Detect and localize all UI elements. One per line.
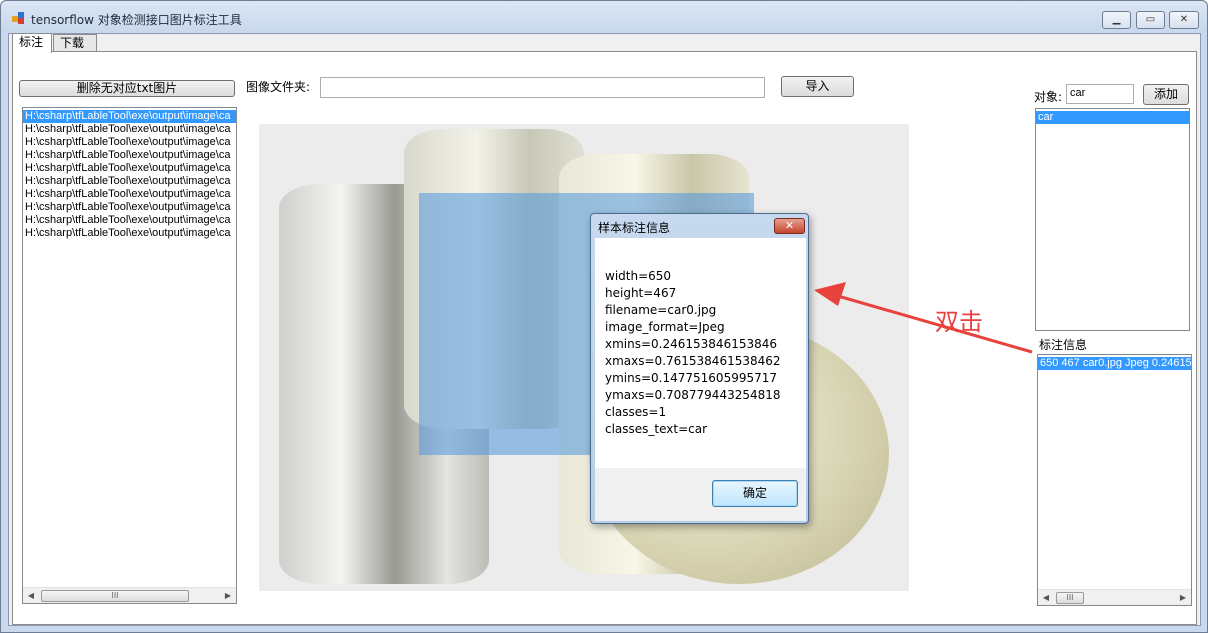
- image-file-list[interactable]: H:\csharp\tfLableTool\exe\output\image\c…: [22, 107, 237, 604]
- file-list-item[interactable]: H:\csharp\tfLableTool\exe\output\image\c…: [23, 188, 236, 201]
- tab-download[interactable]: 下载: [53, 34, 97, 52]
- close-button[interactable]: ✕: [1169, 11, 1199, 29]
- info-ymins: ymins=0.147751605995717: [605, 371, 778, 385]
- dialog-body: width=650 height=467 filename=car0.jpg i…: [595, 238, 806, 468]
- image-canvas[interactable]: [259, 124, 909, 591]
- info-xmaxs: xmaxs=0.761538461538462: [605, 354, 781, 368]
- info-classes: classes=1: [605, 405, 667, 419]
- annotation-info-label: 标注信息: [1039, 338, 1088, 352]
- object-list[interactable]: car: [1035, 108, 1190, 331]
- info-xmins: xmins=0.246153846153846: [605, 337, 778, 351]
- info-image-format: image_format=Jpeg: [605, 320, 725, 334]
- folder-label: 图像文件夹:: [246, 80, 311, 94]
- file-list-scrollbar[interactable]: ◀ III ▶: [23, 587, 236, 603]
- info-filename: filename=car0.jpg: [605, 303, 717, 317]
- file-list-item[interactable]: H:\csharp\tfLableTool\exe\output\image\c…: [23, 136, 236, 149]
- annotation-list[interactable]: 650 467 car0.jpg Jpeg 0.24615 ◀ III ▶: [1037, 354, 1192, 606]
- file-list-item[interactable]: H:\csharp\tfLableTool\exe\output\image\c…: [23, 110, 236, 123]
- annotation-list-scrollbar[interactable]: ◀ III ▶: [1038, 589, 1191, 605]
- delete-unmatched-button[interactable]: 删除无对应txt图片: [19, 80, 235, 97]
- import-button[interactable]: 导入: [781, 76, 854, 97]
- scroll-thumb[interactable]: III: [1056, 592, 1084, 604]
- tab-annotate[interactable]: 标注: [12, 33, 52, 53]
- object-input[interactable]: car: [1066, 84, 1134, 104]
- file-list-item[interactable]: H:\csharp\tfLableTool\exe\output\image\c…: [23, 201, 236, 214]
- info-ymaxs: ymaxs=0.708779443254818: [605, 388, 781, 402]
- annotation-info-dialog: 样本标注信息 ✕ width=650 height=467 filename=c…: [590, 213, 809, 524]
- folder-path-input[interactable]: [320, 77, 765, 98]
- window-title: tensorflow 对象检测接口图片标注工具: [31, 13, 242, 27]
- file-list-item[interactable]: H:\csharp\tfLableTool\exe\output\image\c…: [23, 149, 236, 162]
- double-click-annotation: 双击: [935, 308, 983, 336]
- scroll-thumb[interactable]: III: [41, 590, 189, 602]
- object-list-item[interactable]: car: [1036, 111, 1189, 124]
- scroll-right-icon[interactable]: ▶: [1175, 590, 1191, 605]
- ok-button[interactable]: 确定: [712, 480, 798, 507]
- app-icon: [12, 12, 26, 24]
- dialog-footer: 确定: [595, 468, 806, 521]
- scroll-left-icon[interactable]: ◀: [23, 588, 39, 603]
- file-list-item[interactable]: H:\csharp\tfLableTool\exe\output\image\c…: [23, 162, 236, 175]
- info-classes-text: classes_text=car: [605, 422, 708, 436]
- file-list-item[interactable]: H:\csharp\tfLableTool\exe\output\image\c…: [23, 227, 236, 240]
- annotation-list-item[interactable]: 650 467 car0.jpg Jpeg 0.24615: [1038, 357, 1191, 370]
- add-object-button[interactable]: 添加: [1143, 84, 1189, 105]
- file-list-item[interactable]: H:\csharp\tfLableTool\exe\output\image\c…: [23, 175, 236, 188]
- scroll-left-icon[interactable]: ◀: [1038, 590, 1054, 605]
- scroll-right-icon[interactable]: ▶: [220, 588, 236, 603]
- file-list-item[interactable]: H:\csharp\tfLableTool\exe\output\image\c…: [23, 123, 236, 136]
- minimize-button[interactable]: ▁: [1102, 11, 1131, 29]
- maximize-button[interactable]: ▭: [1136, 11, 1165, 29]
- title-bar[interactable]: tensorflow 对象检测接口图片标注工具 ▁ ▭ ✕: [1, 1, 1207, 33]
- object-label: 对象:: [1034, 90, 1063, 104]
- dialog-title: 样本标注信息: [598, 221, 671, 235]
- dialog-close-button[interactable]: ✕: [774, 218, 805, 234]
- info-height: height=467: [605, 286, 677, 300]
- info-width: width=650: [605, 269, 672, 283]
- file-list-item[interactable]: H:\csharp\tfLableTool\exe\output\image\c…: [23, 214, 236, 227]
